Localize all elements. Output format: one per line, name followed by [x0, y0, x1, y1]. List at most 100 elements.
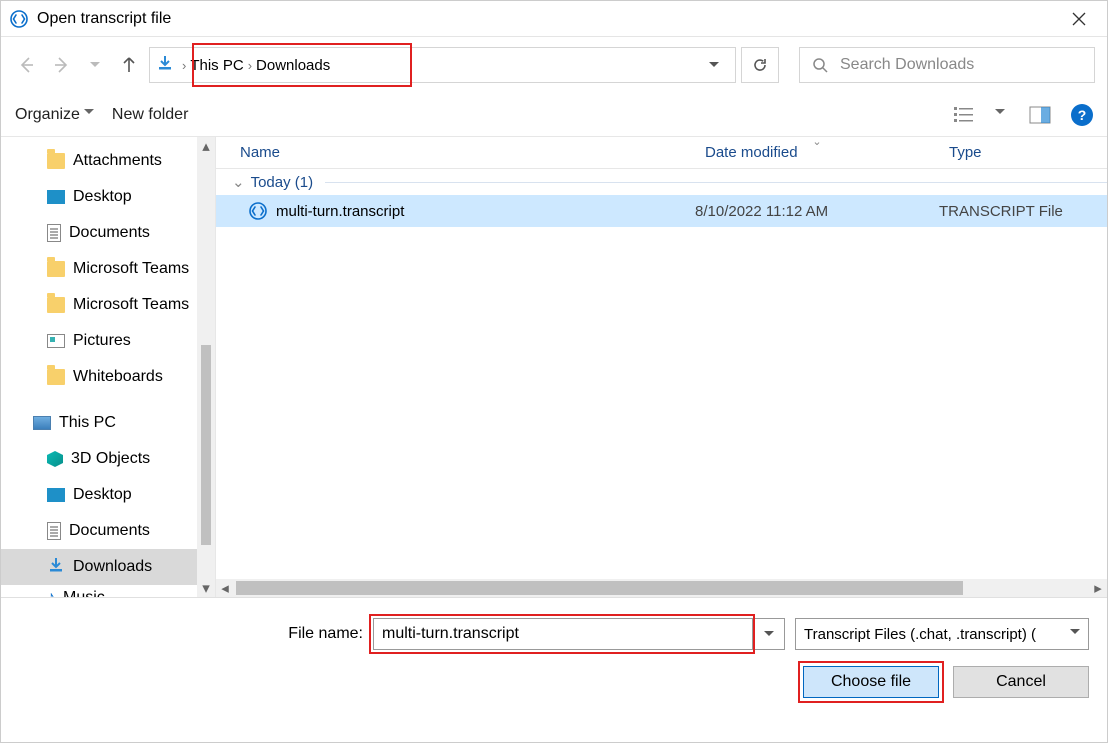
scroll-thumb[interactable]: [236, 581, 963, 595]
address-dropdown[interactable]: [699, 59, 729, 72]
scroll-left-icon[interactable]: ◂: [216, 579, 234, 597]
tree-item[interactable]: ♪Music: [1, 585, 215, 597]
file-filter-select[interactable]: Transcript Files (.chat, .transcript) (: [795, 618, 1089, 650]
group-label: Today (1): [251, 174, 314, 191]
arrow-left-icon: [17, 55, 37, 75]
footer: File name: Transcript Files (.chat, .tra…: [1, 597, 1107, 712]
column-headers: Name ⌄ Date modified Type: [216, 137, 1107, 169]
choose-file-button[interactable]: Choose file: [803, 666, 939, 698]
folder-icon: [47, 297, 65, 313]
filename-label: File name:: [288, 625, 363, 643]
scroll-up-icon[interactable]: ▴: [197, 137, 215, 155]
view-mode-button[interactable]: [951, 102, 977, 128]
arrow-up-icon: [119, 55, 139, 75]
window-title: Open transcript file: [37, 10, 1059, 28]
app-icon: [9, 9, 29, 29]
tree-item-label: Documents: [69, 224, 150, 242]
column-type[interactable]: Type: [939, 137, 1107, 168]
view-mode-dropdown[interactable]: [995, 106, 1009, 123]
tree-item-label: Desktop: [73, 486, 132, 504]
tree-item[interactable]: This PC: [1, 405, 215, 441]
tree-item-label: 3D Objects: [71, 450, 150, 468]
sort-indicator-icon: ⌄: [812, 137, 821, 148]
new-folder-label: New folder: [112, 106, 188, 124]
search-input[interactable]: [838, 55, 1082, 75]
folder-icon: [47, 369, 65, 385]
list-view-icon: [953, 106, 975, 124]
filename-input[interactable]: [373, 618, 753, 650]
close-button[interactable]: [1059, 1, 1099, 37]
tree-item-label: Desktop: [73, 188, 132, 206]
music-icon: ♪: [47, 589, 55, 597]
chevron-down-icon: [84, 106, 94, 124]
file-type: TRANSCRIPT File: [939, 203, 1107, 220]
search-icon: [812, 57, 828, 73]
cube-icon: [47, 451, 63, 467]
transcript-file-icon: [248, 201, 268, 221]
file-row[interactable]: multi-turn.transcript 8/10/2022 11:12 AM…: [216, 195, 1107, 227]
tree-item[interactable]: Microsoft Teams: [1, 287, 215, 323]
toolbar: Organize New folder ?: [1, 93, 1107, 137]
organize-button[interactable]: Organize: [15, 106, 94, 124]
tree-item[interactable]: 3D Objects: [1, 441, 215, 477]
chevron-right-icon: ›: [248, 58, 252, 73]
file-list: Name ⌄ Date modified Type ⌄ Today (1) mu…: [216, 137, 1107, 597]
folder-icon: [47, 153, 65, 169]
cancel-button[interactable]: Cancel: [953, 666, 1089, 698]
address-bar[interactable]: › This PC › Downloads: [149, 47, 736, 83]
tree-item[interactable]: Microsoft Teams: [1, 251, 215, 287]
search-box[interactable]: [799, 47, 1095, 83]
desktop-icon: [47, 190, 65, 204]
tree-item[interactable]: Documents: [1, 215, 215, 251]
document-icon: [47, 522, 61, 540]
scroll-thumb[interactable]: [201, 345, 211, 545]
navigation-tree: Attachments Desktop Documents Microsoft Tea…: [1, 137, 216, 597]
preview-pane-button[interactable]: [1027, 102, 1053, 128]
new-folder-button[interactable]: New folder: [112, 106, 188, 124]
download-icon: [47, 556, 65, 579]
tree-item-label: Microsoft Teams: [73, 260, 189, 278]
tree-item[interactable]: Downloads: [1, 549, 215, 585]
tree-item[interactable]: Pictures: [1, 323, 215, 359]
help-button[interactable]: ?: [1071, 104, 1093, 126]
tree-item[interactable]: Attachments: [1, 143, 215, 179]
tree-item-label: Downloads: [73, 558, 152, 576]
horizontal-scrollbar[interactable]: ◂ ▸: [216, 579, 1107, 597]
nav-forward[interactable]: [47, 51, 75, 79]
picture-icon: [47, 334, 65, 348]
content-area: Attachments Desktop Documents Microsoft Tea…: [1, 137, 1107, 597]
chevron-down-icon: ⌄: [232, 173, 245, 191]
filter-label: Transcript Files (.chat, .transcript) (: [804, 626, 1036, 643]
arrow-right-icon: [51, 55, 71, 75]
scroll-right-icon[interactable]: ▸: [1089, 579, 1107, 597]
column-name[interactable]: Name: [216, 137, 695, 168]
refresh-icon: [752, 57, 768, 73]
nav-recent-dropdown[interactable]: [81, 51, 109, 79]
tree-item-label: This PC: [59, 414, 116, 432]
tree-item-label: Pictures: [73, 332, 131, 350]
tree-item[interactable]: Desktop: [1, 477, 215, 513]
tree-item[interactable]: Desktop: [1, 179, 215, 215]
filename-dropdown[interactable]: [753, 618, 785, 650]
refresh-button[interactable]: [741, 47, 779, 83]
chevron-right-icon: ›: [182, 58, 186, 73]
navbar: › This PC › Downloads: [1, 37, 1107, 93]
breadcrumb[interactable]: Downloads: [256, 57, 330, 74]
column-date[interactable]: ⌄ Date modified: [695, 137, 939, 168]
tree-item[interactable]: Whiteboards: [1, 359, 215, 395]
download-icon: [156, 54, 174, 76]
nav-back[interactable]: [13, 51, 41, 79]
scroll-down-icon[interactable]: ▾: [197, 579, 215, 597]
pc-icon: [33, 416, 51, 430]
tree-scrollbar[interactable]: ▴ ▾: [197, 137, 215, 597]
breadcrumb[interactable]: This PC: [190, 57, 243, 74]
chevron-down-icon: [1070, 626, 1080, 643]
tree-item-label: Microsoft Teams: [73, 296, 189, 314]
desktop-icon: [47, 488, 65, 502]
file-date: 8/10/2022 11:12 AM: [695, 203, 939, 220]
preview-pane-icon: [1029, 106, 1051, 124]
nav-up[interactable]: [115, 51, 143, 79]
group-header[interactable]: ⌄ Today (1): [216, 169, 1107, 195]
close-icon: [1072, 12, 1086, 26]
tree-item[interactable]: Documents: [1, 513, 215, 549]
